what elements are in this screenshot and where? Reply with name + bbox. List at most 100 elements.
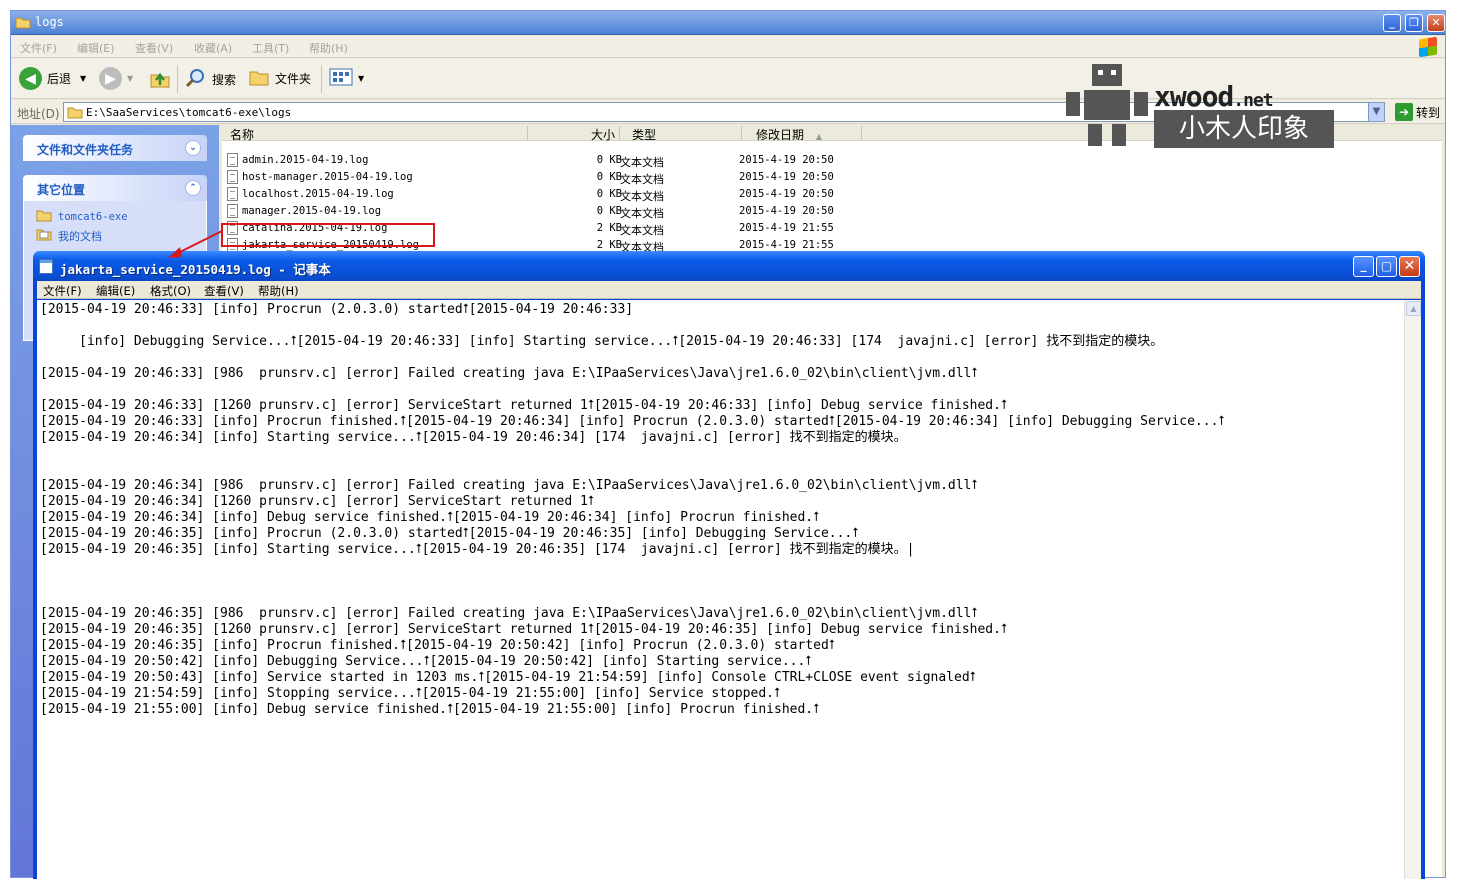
file-name: localhost.2015-04-19.log	[242, 188, 394, 200]
robot-logo-icon	[1066, 64, 1148, 146]
vertical-scrollbar[interactable]: ▲	[1404, 300, 1421, 879]
tasks-panel-title: 文件和文件夹任务	[37, 143, 134, 157]
other-places-title: 其它位置	[37, 183, 86, 197]
folder-icon	[248, 67, 270, 90]
watermark-brand-name: xwood	[1154, 80, 1234, 113]
file-size: 0 KB	[596, 171, 622, 183]
file-type: 文本文档	[620, 207, 664, 220]
file-name: manager.2015-04-19.log	[242, 205, 382, 217]
close-button[interactable]: ✕	[1427, 14, 1445, 32]
file-size: 0 KB	[596, 188, 622, 200]
notepad-menu-bar: 文件(F) 编辑(E) 格式(O) 查看(V) 帮助(H)	[37, 281, 1421, 299]
file-row[interactable]: admin.2015-04-19.log 0 KB 文本文档 2015-4-19…	[222, 152, 862, 169]
menu-view[interactable]: 查看(V)	[135, 40, 173, 56]
minimize-button[interactable]: _	[1383, 14, 1401, 32]
toolbar-separator	[321, 65, 322, 93]
explorer-title-bar[interactable]: logs _ ❐ ✕	[11, 11, 1445, 35]
go-label: 转到	[1416, 105, 1441, 120]
menu-favorites[interactable]: 收藏(A)	[194, 40, 232, 56]
close-button[interactable]: ✕	[1399, 256, 1420, 277]
minimize-button[interactable]: _	[1353, 256, 1374, 277]
back-button[interactable]: ◀ 后退 ▼	[19, 67, 86, 90]
menu-format[interactable]: 格式(O)	[150, 283, 191, 299]
maximize-button[interactable]: ▢	[1376, 256, 1397, 277]
watermark-brand-suffix: .net	[1233, 90, 1273, 111]
dropdown-icon: ▼	[358, 74, 365, 83]
file-size: 2 KB	[596, 239, 622, 251]
file-name: admin.2015-04-19.log	[242, 154, 369, 166]
forward-button[interactable]: ▶ ▼	[99, 67, 133, 90]
column-header-type[interactable]: 类型	[620, 126, 742, 142]
explorer-title: logs	[35, 15, 64, 29]
menu-file[interactable]: 文件(F)	[20, 40, 57, 56]
up-folder-icon	[149, 67, 171, 92]
explorer-menu-bar: 文件(F) 编辑(E) 查看(V) 收藏(A) 工具(T) 帮助(H)	[11, 36, 1445, 58]
file-type: 文本文档	[620, 224, 664, 237]
menu-help[interactable]: 帮助(H)	[309, 40, 348, 56]
menu-file[interactable]: 文件(F)	[43, 283, 82, 299]
notepad-title-bar[interactable]: jakarta_service_20150419.log - 记事本 _ ▢ ✕	[33, 251, 1425, 281]
folders-button[interactable]: 文件夹	[248, 67, 311, 90]
maximize-button[interactable]: ❐	[1405, 14, 1423, 32]
text-file-icon	[227, 187, 238, 201]
file-type: 文本文档	[620, 173, 664, 186]
file-folder-tasks-panel: 文件和文件夹任务 ⌄	[23, 135, 207, 161]
views-button[interactable]: ▼	[329, 67, 364, 90]
text-file-icon	[227, 204, 238, 218]
search-label: 搜索	[212, 73, 237, 87]
tasks-panel-header[interactable]: 文件和文件夹任务 ⌄	[23, 135, 207, 161]
place-label: tomcat6-exe	[58, 210, 128, 223]
notepad-icon	[39, 259, 53, 274]
file-type: 文本文档	[620, 156, 664, 169]
collapse-chevron-icon[interactable]: ⌃	[185, 180, 201, 196]
watermark-tagline: 小木人印象	[1154, 110, 1334, 148]
annotation-arrow-icon	[168, 230, 223, 258]
folder-icon	[67, 105, 83, 122]
file-row[interactable]: localhost.2015-04-19.log 0 KB 文本文档 2015-…	[222, 186, 862, 203]
sort-ascending-icon: ▲	[815, 132, 822, 141]
file-row[interactable]: host-manager.2015-04-19.log 0 KB 文本文档 20…	[222, 169, 862, 186]
folder-icon	[15, 15, 31, 32]
dropdown-icon: ▼	[127, 74, 134, 83]
column-header-modified-label: 修改日期	[756, 128, 805, 142]
menu-view[interactable]: 查看(V)	[204, 283, 244, 299]
watermark: xwood.net 小木人印象	[1062, 62, 1337, 157]
address-dropdown-button[interactable]: ▼	[1368, 103, 1384, 121]
column-header-size[interactable]: 大小	[528, 126, 620, 142]
toolbar-separator	[177, 65, 178, 93]
menu-edit[interactable]: 编辑(E)	[77, 40, 115, 56]
collapse-chevron-icon[interactable]: ⌄	[185, 140, 201, 156]
folders-label: 文件夹	[275, 72, 312, 86]
dropdown-icon: ▼	[80, 74, 87, 83]
text-file-icon	[227, 153, 238, 167]
go-button[interactable]: ➔ 转到	[1395, 103, 1440, 121]
text-file-icon	[227, 170, 238, 184]
place-link-tomcat6-exe[interactable]: tomcat6-exe	[36, 207, 206, 226]
column-header-name[interactable]: 名称	[226, 126, 528, 142]
other-places-header[interactable]: 其它位置 ⌃	[23, 175, 207, 201]
file-size: 0 KB	[596, 154, 622, 166]
file-modified: 2015-4-19 21:55	[739, 222, 834, 234]
address-label: 地址(D)	[17, 107, 60, 121]
menu-edit[interactable]: 编辑(E)	[96, 283, 135, 299]
go-arrow-icon: ➔	[1395, 103, 1413, 121]
file-modified: 2015-4-19 20:50	[739, 188, 834, 200]
search-button[interactable]: 搜索	[185, 67, 236, 92]
menu-tools[interactable]: 工具(T)	[252, 40, 289, 56]
place-label: 我的文档	[58, 229, 102, 243]
file-name: host-manager.2015-04-19.log	[242, 171, 413, 183]
notepad-text-area[interactable]: [2015-04-19 20:46:33] [info] Procrun (2.…	[37, 300, 1421, 879]
up-folder-button[interactable]	[149, 67, 171, 92]
column-header-modified[interactable]: 修改日期 ▲	[742, 126, 862, 142]
windows-logo-icon	[1419, 36, 1437, 58]
scroll-up-icon[interactable]: ▲	[1406, 301, 1421, 316]
file-row[interactable]: manager.2015-04-19.log 0 KB 文本文档 2015-4-…	[222, 203, 862, 220]
my-documents-icon	[36, 227, 52, 244]
menu-help[interactable]: 帮助(H)	[258, 283, 299, 299]
back-arrow-icon: ◀	[19, 67, 42, 90]
file-type: 文本文档	[620, 190, 664, 203]
file-size: 0 KB	[596, 205, 622, 217]
back-label: 后退	[47, 72, 72, 86]
forward-arrow-icon: ▶	[99, 67, 122, 90]
address-path: E:\SaaServices\tomcat6-exe\logs	[86, 106, 292, 119]
